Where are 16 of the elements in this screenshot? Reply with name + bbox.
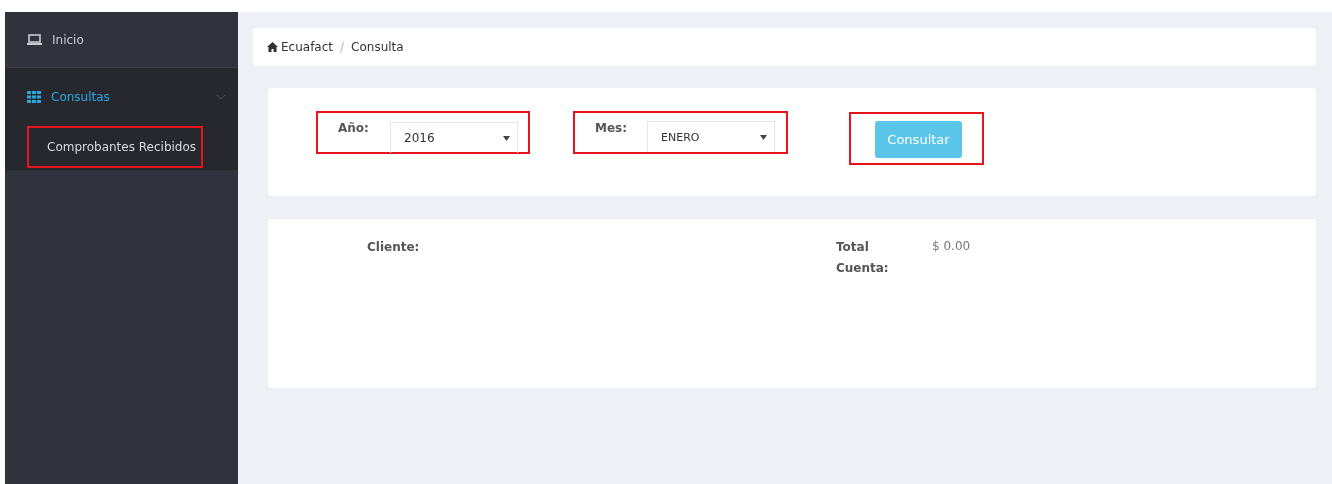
total-value: $ 0.00 <box>932 238 972 254</box>
select-field[interactable]: 2016 <box>390 122 518 153</box>
total-label: Total Cuenta: <box>836 239 890 277</box>
field-label: Mes: <box>595 121 629 135</box>
laptop-icon <box>27 34 42 45</box>
client-label: Cliente: <box>367 239 421 256</box>
caret-icon <box>760 134 767 140</box>
home-icon <box>267 42 278 52</box>
caret-icon <box>503 135 510 141</box>
field-label: Año: <box>338 121 370 135</box>
breadcrumb-item[interactable]: Ecuafact <box>267 40 334 54</box>
submenu-item[interactable]: Comprobantes Recibidos <box>29 140 197 154</box>
breadcrumb-item[interactable]: Consulta <box>351 40 404 54</box>
breadcrumb-separator: / <box>340 40 345 54</box>
grid-icon <box>27 91 41 103</box>
select-field[interactable]: ENERO <box>647 121 775 152</box>
